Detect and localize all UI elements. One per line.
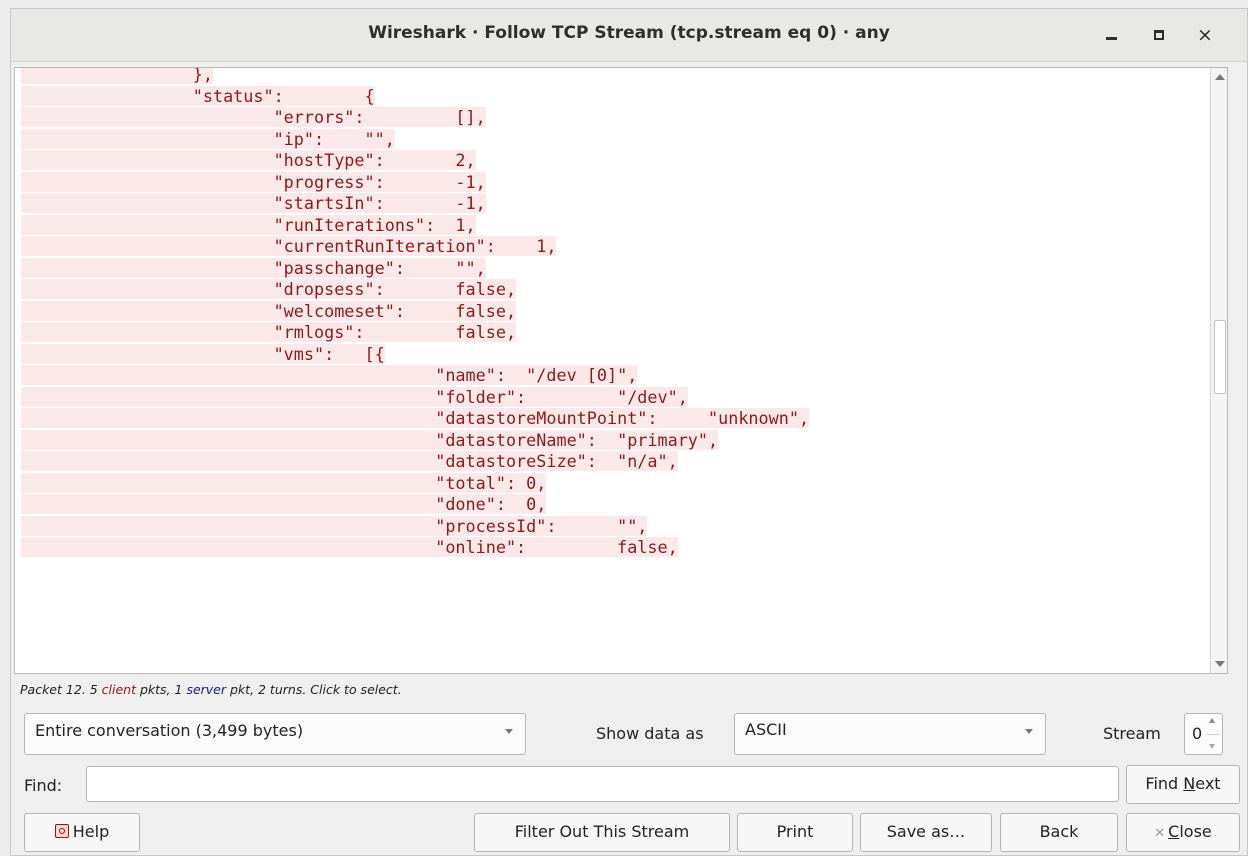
find-next-button[interactable]: Find Next (1126, 765, 1240, 804)
info-middle: pkts, 1 (136, 682, 187, 697)
close-icon: × (1197, 24, 1213, 46)
stream-line[interactable]: "passchange": "", (21, 257, 486, 278)
stream-line[interactable]: "name": "/dev [0]", (21, 365, 638, 385)
help-button[interactable]: Help (24, 813, 140, 852)
info-suffix: pkt, 2 turns. Click to select. (226, 682, 402, 697)
minimize-icon (1106, 37, 1117, 40)
info-client-word: client (101, 682, 136, 697)
stream-line[interactable]: "errors": [], (21, 107, 486, 127)
find-next-mnemonic: N (1183, 774, 1196, 793)
close-mnemonic: C (1168, 822, 1180, 841)
vertical-scrollbar[interactable] (1210, 68, 1227, 673)
scroll-down-arrow-icon[interactable] (1215, 661, 1225, 667)
packet-info-label[interactable]: Packet 12. 5 client pkts, 1 server pkt, … (20, 682, 402, 697)
close-icon: ✕ (1154, 826, 1166, 841)
show-data-as-label: Show data as (596, 724, 704, 743)
conversation-select[interactable]: Entire conversation (3,499 bytes) (24, 713, 526, 755)
stream-line[interactable]: "startsIn": -1, (21, 193, 486, 213)
stream-label: Stream (1103, 724, 1161, 743)
info-prefix: Packet 12. 5 (20, 682, 102, 697)
close-label-post: lose (1179, 822, 1212, 841)
stream-line[interactable]: "datastoreMountPoint": "unknown", (21, 408, 810, 428)
close-button[interactable]: ✕ Close (1126, 813, 1240, 852)
window-title: Wireshark · Follow TCP Stream (tcp.strea… (368, 23, 890, 43)
stream-line[interactable]: "vms": [{ (21, 343, 385, 364)
stream-line[interactable]: "dropsess": false, (21, 279, 517, 299)
stream-line[interactable]: "processId": "", (21, 515, 648, 536)
show-data-as-value: ASCII (745, 720, 787, 739)
filter-out-stream-button[interactable]: Filter Out This Stream (474, 813, 730, 852)
stream-line[interactable]: "rmlogs": false, (21, 322, 517, 342)
spin-down-icon[interactable] (1209, 744, 1215, 749)
find-next-label-pre: Find (1145, 774, 1184, 793)
filter-out-label: Filter Out This Stream (514, 822, 690, 841)
stream-line[interactable]: "online": false, (21, 537, 678, 557)
stream-line[interactable]: "hostType": 2, (21, 150, 476, 170)
save-as-label: Save as… (886, 822, 966, 841)
find-next-label: Find Next (1145, 774, 1220, 793)
stream-line[interactable]: "currentRunIteration": 1, (21, 236, 557, 256)
back-label: Back (1039, 822, 1079, 841)
stream-line[interactable]: "datastoreSize": "n/a", (21, 451, 678, 471)
stream-line[interactable]: "done": 0, (21, 494, 547, 514)
stream-number-value: 0 (1192, 724, 1203, 743)
stream-line[interactable]: "folder": "/dev", (21, 386, 688, 407)
scroll-up-arrow-icon[interactable] (1215, 74, 1225, 80)
scrollbar-thumb[interactable] (1214, 320, 1226, 394)
spin-up-icon[interactable] (1209, 718, 1215, 723)
minimize-button[interactable] (1099, 23, 1123, 47)
stream-line[interactable]: "ip": "", (21, 128, 395, 149)
maximize-button[interactable] (1147, 23, 1171, 47)
stream-line[interactable]: "datastoreName": "primary", (21, 429, 719, 450)
stream-line[interactable]: "status": { (21, 85, 375, 106)
stream-number-spinbox[interactable]: 0 (1184, 713, 1223, 755)
find-label: Find: (24, 776, 63, 795)
close-window-button[interactable]: × (1193, 23, 1217, 47)
spin-divider (1206, 734, 1220, 735)
chevron-down-icon (1025, 729, 1033, 734)
stream-line[interactable]: "progress": -1, (21, 171, 486, 192)
print-button[interactable]: Print (737, 813, 853, 852)
find-next-label-post: ext (1195, 774, 1221, 793)
find-input[interactable] (86, 766, 1119, 802)
chevron-down-icon (505, 729, 513, 734)
save-as-button[interactable]: Save as… (860, 813, 992, 852)
print-label: Print (776, 822, 814, 841)
help-button-label: Help (72, 822, 110, 841)
title-bar[interactable]: Wireshark · Follow TCP Stream (tcp.strea… (11, 9, 1247, 62)
info-server-word: server (186, 682, 227, 697)
stream-text[interactable]: }, "status": { "errors": [], "ip": "", "… (21, 68, 810, 559)
show-data-as-select[interactable]: ASCII (734, 713, 1046, 755)
stream-line[interactable]: "welcomeset": false, (21, 300, 517, 321)
stream-line[interactable]: }, (21, 68, 213, 84)
maximize-icon (1154, 30, 1164, 40)
stream-content-view[interactable]: }, "status": { "errors": [], "ip": "", "… (14, 67, 1228, 674)
stream-line[interactable]: "total": 0, (21, 472, 547, 493)
stream-line[interactable]: "runIterations": 1, (21, 214, 476, 235)
conversation-select-value: Entire conversation (3,499 bytes) (35, 721, 304, 740)
back-button[interactable]: Back (1000, 813, 1118, 852)
help-icon (54, 824, 69, 838)
